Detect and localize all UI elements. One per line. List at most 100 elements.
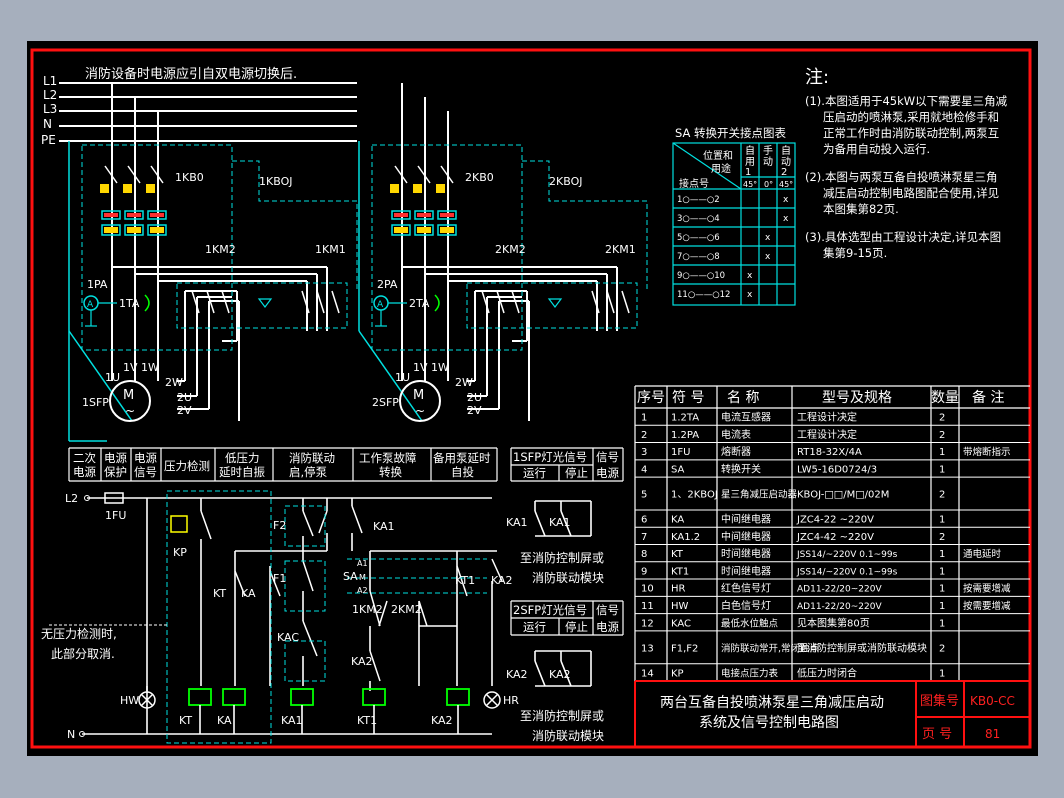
ctrl-head: 启,停泵 (289, 465, 328, 479)
bom-cell: 红色信号灯 (721, 582, 771, 595)
sa-col-head: 手 (763, 144, 773, 157)
pump2-ta-label: 2TA (409, 297, 430, 310)
bom-cell: 8 (641, 549, 647, 560)
label-1km2: 1KM2 (352, 603, 383, 616)
control-header: 二次 电源 电源 保护 电源 信号 压力检测 低压力 延时自振 消防联动 启,停… (68, 447, 624, 636)
bom-cell: 1 (939, 464, 945, 475)
sfp2-module-2: 消防联动模块 (532, 728, 604, 743)
page-label: 页 号 (922, 727, 952, 742)
pump2-u1-label: 1U (395, 371, 410, 384)
sfp2-ka2-b: KA2 (549, 668, 571, 681)
label-coil-kt: KT (179, 714, 192, 727)
label-hr: HR (503, 694, 519, 707)
label-a2: A2 (357, 586, 368, 595)
sa-col-head: 自 (745, 144, 755, 157)
coil-kt1 (362, 688, 386, 706)
sa-mark: x (765, 252, 771, 262)
note-line: (3).具体选型由工程设计决定,详见本图 (805, 230, 1001, 244)
bom-cell: 带熔断指示 (963, 446, 1011, 458)
sa-mark: x (765, 233, 771, 243)
bom-cell: KP (671, 668, 684, 679)
svg-text:~: ~ (415, 404, 425, 418)
pump1-w2-label: 2W (165, 376, 183, 389)
pump1-u2-label: 2U (177, 391, 192, 404)
sa-col-head: 2 (781, 167, 787, 178)
ct-2ta (434, 294, 440, 312)
label-2km2: 2KM2 (391, 603, 422, 616)
label-fu: 1FU (105, 509, 126, 522)
bus-label-l2: L2 (43, 88, 57, 102)
bom-cell: KA1.2 (671, 532, 700, 543)
bom-cell: 1 (939, 618, 945, 629)
svg-text:A: A (87, 300, 94, 310)
pump1-power-circuit: A M ~ 1KB0 1KBOJ 1KM2 1KM1 1PA 1TA 1U 1V… (68, 83, 358, 442)
bom-cell: 工程设计决定 (797, 411, 857, 424)
ctrl-head: 电源 (73, 465, 96, 479)
ctrl-head: 保护 (104, 465, 127, 479)
label-a1: A1 (357, 559, 368, 568)
bom-cell: 电流互感器 (721, 411, 771, 424)
breaker-2kb0 (390, 165, 457, 236)
note-line: 集第9-15页. (823, 246, 887, 260)
pump2-v1-label: 1V (413, 361, 428, 374)
bom-cell: 见本图集第80页 (797, 616, 870, 629)
bom-cell: F1,F2 (671, 643, 698, 654)
bom-cell: 1 (939, 549, 945, 560)
bom-cell: JZC4-42 ~220V (796, 532, 874, 543)
bom-cell: 2 (939, 430, 945, 441)
sfp1-head: 运行 (523, 466, 546, 480)
bom-cell: 熔断器 (721, 445, 751, 458)
bom-cell: 1、2KBOJ (671, 490, 718, 501)
pump2-power-circuit: A M ~ 2KB0 2KBOJ 2KM2 2KM1 2PA 2TA 1U 1V… (358, 83, 648, 422)
pump2-km1-label: 2KM1 (605, 243, 636, 256)
bom-cell: 时间继电器 (721, 564, 771, 577)
bom-cell: JZC4-22 ~220V (796, 515, 874, 526)
label-ka2: KA2 (491, 574, 513, 587)
bom-cell: 电流表 (721, 428, 751, 441)
no-pressure-note-2: 此部分取消. (51, 646, 115, 661)
title-line-1: 两台互备自投喷淋泵星三角减压启动 (660, 694, 884, 711)
pump2-v2-label: 2V (467, 404, 482, 417)
pump1-km2-label: 1KM2 (205, 243, 236, 256)
bom-header: 备 注 (972, 389, 1004, 406)
motor-2-label: M (413, 388, 424, 403)
note-line: 本图集第82页. (823, 202, 899, 216)
coil-ka2 (446, 688, 470, 706)
svg-text:~: ~ (125, 404, 135, 418)
pump1-v2-label: 2V (177, 404, 192, 417)
sa-mark: x (783, 195, 789, 205)
label-coil-ka1: KA1 (281, 714, 303, 727)
atlas-value: KB0-CC (970, 694, 1015, 708)
bom-cell: SA (671, 464, 685, 475)
no-pressure-note-1: 无压力检测时, (41, 626, 117, 641)
bus-label-pe: PE (41, 133, 56, 147)
note-line: (2).本图与两泵互备自投喷淋泵星三角 (805, 170, 997, 184)
pump2-pa-label: 2PA (377, 278, 398, 291)
pump2-w2-label: 2W (455, 376, 473, 389)
label-ka2-b: KA2 (351, 655, 373, 668)
label-f2: F2 (273, 519, 286, 532)
label-n: N (67, 728, 75, 741)
bom-header: 名 称 (727, 390, 759, 406)
bom-cell: 5 (641, 490, 647, 501)
bom-cell: 2 (939, 490, 945, 501)
pump1-km1-label: 1KM1 (315, 243, 346, 256)
ctrl-head: 延时自振 (219, 465, 265, 479)
pump2-km2-label: 2KM2 (495, 243, 526, 256)
sfp1-ka1: KA1 (506, 516, 528, 529)
bom-cell: KBOJ-□□/M□/02M (797, 490, 889, 501)
ctrl-head: 消防联动 (289, 451, 335, 465)
sfp2-ka2: KA2 (506, 668, 528, 681)
bom-header: 序号 (637, 390, 665, 406)
pump2-breaker-label: 2KB0 (465, 171, 494, 184)
pressure-gauge-kp (170, 515, 188, 533)
bom-cell: RT18-32X/4A (797, 447, 862, 458)
bom-cell: KT1 (671, 566, 689, 577)
ct-1ta (144, 294, 150, 312)
sa-col-head: 自 (781, 144, 791, 157)
bom-cell: 按需要增减 (963, 583, 1011, 595)
sa-row-contacts: 1○——○2 (677, 195, 720, 205)
sfp2-signal: KA2 KA2 至消防控制屏或 消防联动模块 (506, 650, 604, 743)
bus-label-n: N (43, 117, 52, 131)
label-ka: KA (241, 587, 256, 600)
